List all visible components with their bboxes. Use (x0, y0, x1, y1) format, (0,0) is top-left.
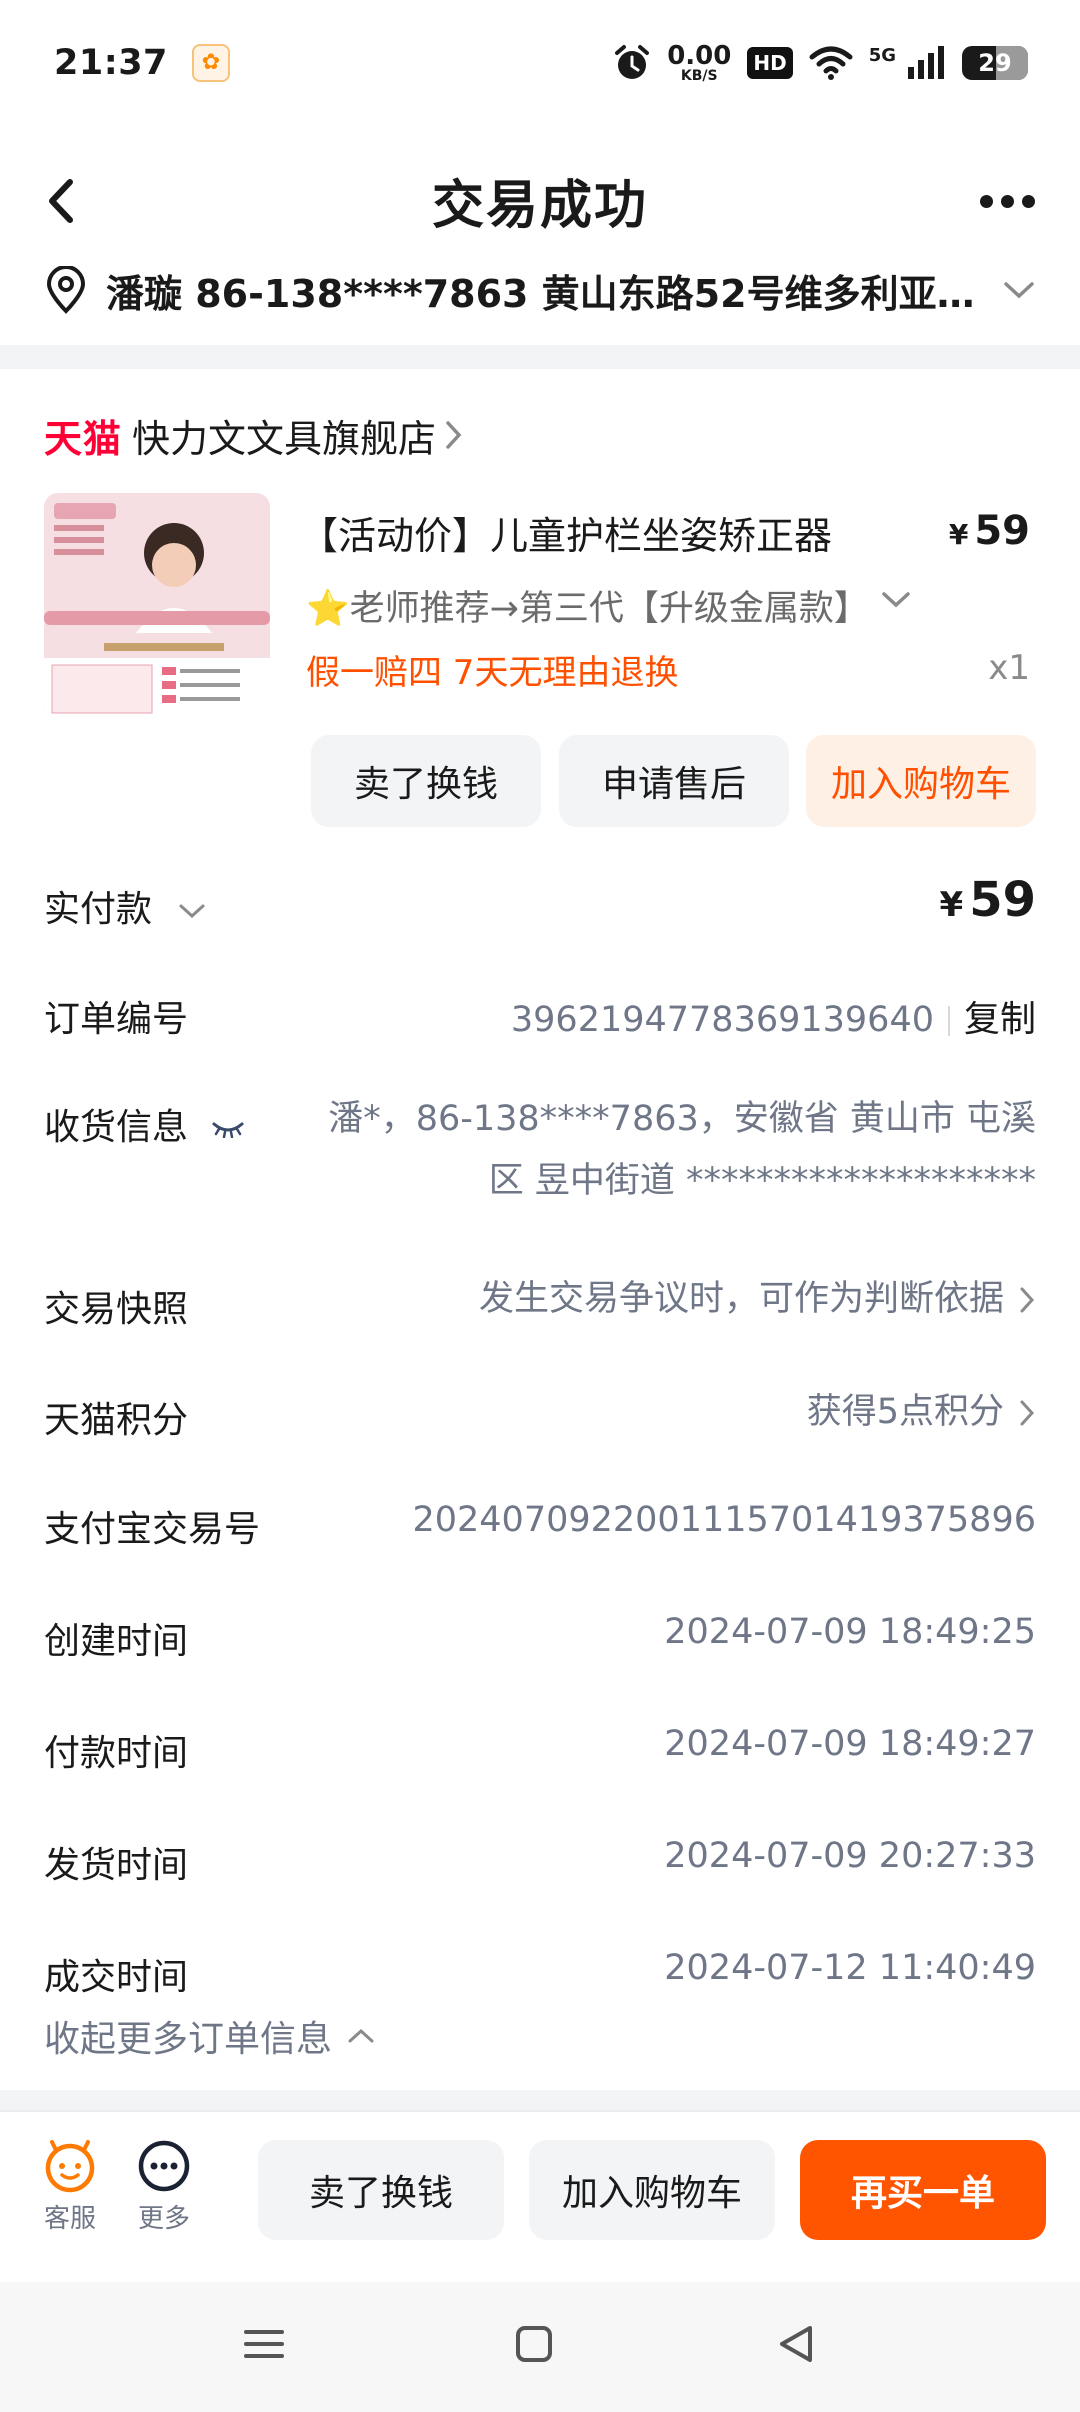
paid-amount-row: 实付款 ¥59 (44, 872, 1036, 942)
created-time-row: 创建时间 2024-07-09 18:49:25 (44, 1612, 1036, 1662)
chevron-right-icon (446, 421, 462, 449)
tmall-logo: 天猫 (44, 416, 123, 461)
snapshot-value: 发生交易争议时，可作为判断依据 (479, 1270, 1036, 1321)
product-price: ¥59 (948, 508, 1030, 554)
closed-time-label: 成交时间 (44, 1957, 189, 1998)
bottom-sell-button[interactable]: 卖了换钱 (258, 2140, 504, 2240)
after-sale-button[interactable]: 申请售后 (559, 735, 789, 827)
section-divider (0, 2090, 1080, 2110)
paid-time-value: 2024-07-09 18:49:27 (664, 1724, 1036, 1764)
order-number-label: 订单编号 (44, 999, 189, 1040)
divider (947, 1006, 950, 1036)
paid-amount-value: ¥59 (939, 872, 1036, 928)
chevron-up-icon (348, 2028, 374, 2043)
paid-time-row: 付款时间 2024-07-09 18:49:27 (44, 1724, 1036, 1774)
status-bar: 21:37 ✿ 0.00 KB/S HD 5G 29 (0, 0, 1080, 125)
product-spec[interactable]: ⭐老师推荐→第三代【升级金属款】 (306, 580, 916, 631)
menu-icon[interactable] (244, 2324, 284, 2364)
alipay-label: 支付宝交易号 (44, 1509, 261, 1550)
wifi-icon (809, 46, 853, 80)
network-speed: 0.00 KB/S (667, 40, 732, 84)
shop-link[interactable]: 天猫 快力文文具旗舰店 (44, 405, 464, 465)
product-image[interactable] (44, 493, 270, 719)
chevron-down-icon[interactable] (880, 590, 912, 610)
more-icon (138, 2140, 190, 2192)
paid-amount-label: 实付款 (44, 889, 153, 930)
back-icon[interactable] (36, 174, 90, 228)
points-value: 获得5点积分 (807, 1383, 1036, 1434)
system-navigation-bar (0, 2282, 1080, 2412)
bottom-add-cart-button[interactable]: 加入购物车 (529, 2140, 775, 2240)
collapse-label: 收起更多订单信息 (44, 2019, 333, 2060)
customer-service-icon (45, 2140, 95, 2193)
chevron-down-icon (1004, 282, 1034, 299)
paid-time-label: 付款时间 (44, 1733, 189, 1774)
rebuy-button[interactable]: 再买一单 (800, 2140, 1046, 2240)
closed-time-row: 成交时间 2024-07-12 11:40:49 (44, 1948, 1036, 1998)
customer-service-label: 客服 (43, 2204, 96, 2234)
page-title: 交易成功 (431, 175, 648, 236)
add-to-cart-button[interactable]: 加入购物车 (806, 735, 1036, 827)
sell-button[interactable]: 卖了换钱 (311, 735, 541, 827)
more-options-icon[interactable] (980, 186, 1040, 216)
service-promise: 假一赔四 7天无理由退换 (306, 653, 679, 693)
receiver-value: 潘*，86-138****7863，安徽省 黄山市 屯溪区 昱中街道 *****… (328, 1099, 1036, 1201)
closed-time-value: 2024-07-12 11:40:49 (664, 1948, 1036, 1988)
more-label: 更多 (137, 2204, 190, 2234)
receiver-label: 收货信息 (44, 1098, 245, 1150)
shipped-time-label: 发货时间 (44, 1845, 189, 1886)
tmall-points-row[interactable]: 天猫积分 获得5点积分 (44, 1383, 1036, 1443)
chevron-down-icon (179, 904, 205, 919)
signal-icon (908, 45, 944, 79)
app-notification-icon: ✿ (191, 43, 230, 82)
receiver-info-row: 收货信息 潘*，86-138****7863，安徽省 黄山市 屯溪区 昱中街道 … (44, 1098, 1036, 1228)
paid-amount-toggle[interactable]: 实付款 (44, 880, 207, 932)
alipay-trade-number: 2024070922001115701419375896 (412, 1500, 1036, 1540)
points-label: 天猫积分 (44, 1400, 189, 1441)
location-pin-icon (46, 266, 86, 314)
back-nav-icon[interactable] (776, 2324, 816, 2364)
alarm-icon (615, 44, 650, 79)
shop-name: 快力文文具旗舰店 (132, 416, 437, 461)
order-number-row: 订单编号 3962194778369139640 复制 (44, 990, 1036, 1040)
page-header: 交易成功 (0, 140, 1080, 260)
address-text: 潘璇 86-138****7863 黄山东路52号维多利亚港湾 (106, 271, 986, 316)
customer-service-button[interactable]: 客服 (30, 2138, 110, 2235)
chevron-right-icon (1020, 1287, 1035, 1313)
section-divider (0, 345, 1080, 369)
collapse-order-info[interactable]: 收起更多订单信息 (44, 2010, 376, 2062)
shipped-time-value: 2024-07-09 20:27:33 (664, 1836, 1036, 1876)
product-title[interactable]: 【活动价】儿童护栏坐姿矫正器 (300, 505, 832, 560)
status-time: 21:37 (54, 42, 168, 83)
order-number: 3962194778369139640 复制 (510, 999, 1036, 1040)
bottom-action-bar: 客服 更多 卖了换钱 加入购物车 再买一单 (0, 2110, 1080, 2282)
more-button[interactable]: 更多 (124, 2138, 204, 2235)
snapshot-label: 交易快照 (44, 1289, 189, 1330)
copy-button[interactable]: 复制 (964, 999, 1036, 1040)
eye-closed-icon[interactable] (211, 1120, 245, 1138)
battery-icon: 29 (962, 45, 1028, 80)
chevron-right-icon (1020, 1400, 1035, 1426)
created-time-label: 创建时间 (44, 1621, 189, 1662)
trade-snapshot-row[interactable]: 交易快照 发生交易争议时，可作为判断依据 (44, 1270, 1036, 1330)
product-quantity: x1 (988, 648, 1030, 688)
cellular-type: 5G (868, 44, 896, 66)
created-time-value: 2024-07-09 18:49:25 (664, 1612, 1036, 1652)
alipay-trade-row: 支付宝交易号 2024070922001115701419375896 (44, 1500, 1036, 1550)
hd-voice-icon: HD (747, 46, 793, 79)
shipped-time-row: 发货时间 2024-07-09 20:27:33 (44, 1836, 1036, 1886)
home-icon[interactable] (514, 2324, 554, 2364)
delivery-address[interactable]: 潘璇 86-138****7863 黄山东路52号维多利亚港湾 (0, 258, 1080, 322)
